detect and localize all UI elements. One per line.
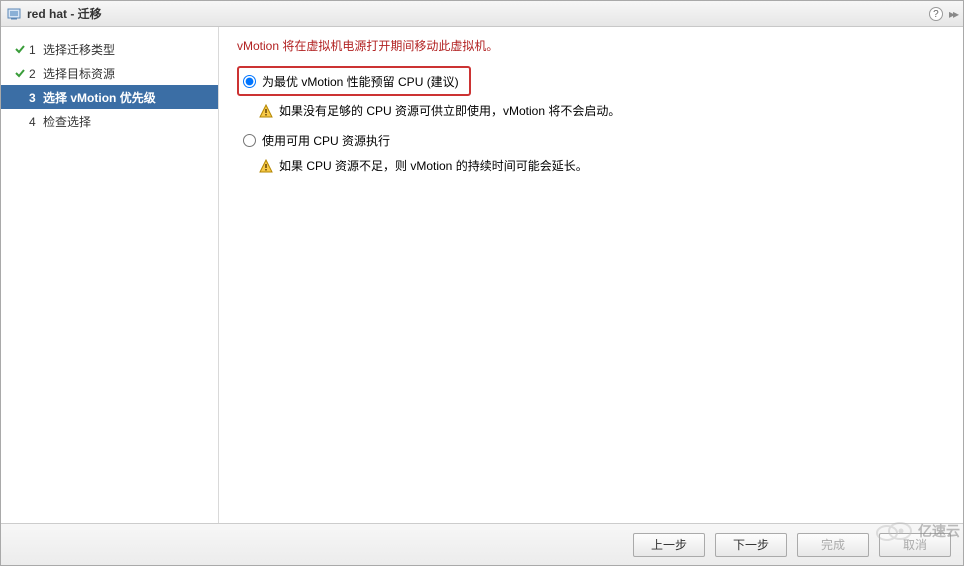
expand-icon[interactable]: ▸▸: [949, 7, 957, 21]
hint-text: 如果 CPU 资源不足，则 vMotion 的持续时间可能会延长。: [279, 157, 588, 174]
highlighted-option: 为最优 vMotion 性能预留 CPU (建议): [237, 66, 471, 96]
wizard-content: vMotion 将在虚拟机电源打开期间移动此虚拟机。 为最优 vMotion 性…: [219, 27, 963, 523]
content-subtitle: vMotion 将在虚拟机电源打开期间移动此虚拟机。: [237, 37, 945, 54]
next-button[interactable]: 下一步: [715, 533, 787, 557]
warning-icon: [259, 104, 273, 118]
titlebar: red hat - 迁移 ? ▸▸: [1, 1, 963, 27]
wizard-step-3[interactable]: 3 选择 vMotion 优先级: [1, 85, 218, 109]
hint-text: 如果没有足够的 CPU 资源可供立即使用，vMotion 将不会启动。: [279, 102, 620, 119]
priority-label-optimal: 为最优 vMotion 性能预留 CPU (建议): [262, 73, 459, 90]
cancel-button[interactable]: 取消: [879, 533, 951, 557]
finish-button[interactable]: 完成: [797, 533, 869, 557]
priority-option-1: 为最优 vMotion 性能预留 CPU (建议) 如果没有足够的 CPU 资源…: [237, 66, 945, 119]
check-icon: [11, 67, 29, 79]
step-number: 4: [29, 115, 36, 129]
migrate-dialog: red hat - 迁移 ? ▸▸ 1 选择迁移类型 2 选择目标资源 3 选择: [0, 0, 964, 566]
step-label: 检查选择: [43, 115, 91, 129]
step-label: 选择目标资源: [43, 67, 115, 81]
wizard-sidebar: 1 选择迁移类型 2 选择目标资源 3 选择 vMotion 优先级 4 检查选…: [1, 27, 219, 523]
step-number: 2: [29, 67, 36, 81]
step-number: 1: [29, 43, 36, 57]
vm-icon: [7, 7, 21, 21]
priority-option-2: 使用可用 CPU 资源执行 如果 CPU 资源不足，则 vMotion 的持续时…: [237, 129, 945, 174]
check-icon: [11, 43, 29, 55]
wizard-step-2[interactable]: 2 选择目标资源: [1, 61, 218, 85]
priority-radio-available[interactable]: [243, 134, 256, 147]
priority-hint-1: 如果没有足够的 CPU 资源可供立即使用，vMotion 将不会启动。: [259, 102, 945, 119]
step-label: 选择 vMotion 优先级: [43, 91, 156, 105]
dialog-footer: 上一步 下一步 完成 取消: [1, 523, 963, 565]
step-label: 选择迁移类型: [43, 43, 115, 57]
warning-icon: [259, 159, 273, 173]
wizard-step-1[interactable]: 1 选择迁移类型: [1, 37, 218, 61]
wizard-step-4[interactable]: 4 检查选择: [1, 109, 218, 133]
priority-label-available: 使用可用 CPU 资源执行: [262, 132, 390, 149]
help-icon[interactable]: ?: [929, 7, 943, 21]
dialog-body: 1 选择迁移类型 2 选择目标资源 3 选择 vMotion 优先级 4 检查选…: [1, 27, 963, 523]
back-button[interactable]: 上一步: [633, 533, 705, 557]
step-number: 3: [29, 91, 36, 105]
priority-hint-2: 如果 CPU 资源不足，则 vMotion 的持续时间可能会延长。: [259, 157, 945, 174]
priority-radio-optimal[interactable]: [243, 75, 256, 88]
dialog-title: red hat - 迁移: [27, 5, 102, 22]
